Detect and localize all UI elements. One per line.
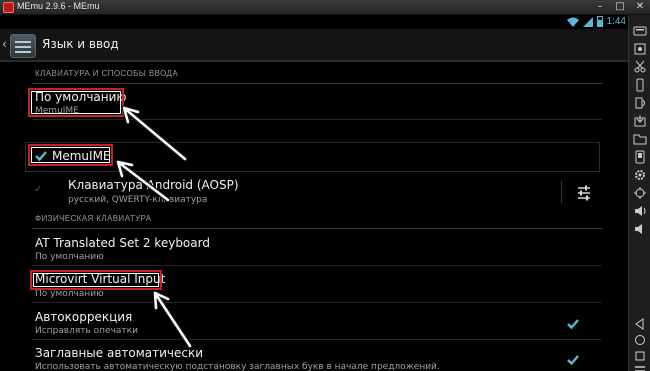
signal-icon: [582, 16, 593, 27]
page-title: Язык и ввод: [42, 37, 119, 51]
item-title: AT Translated Set 2 keyboard: [35, 236, 210, 250]
emulator-sidebar: [628, 15, 650, 371]
window-controls: – □ ✕: [594, 1, 646, 13]
list-item-at-keyboard[interactable]: AT Translated Set 2 keyboard По умолчани…: [32, 230, 602, 266]
keyboard-icon[interactable]: [633, 24, 647, 38]
folder-icon[interactable]: [633, 132, 647, 146]
item-title: Заглавные автоматически: [35, 346, 204, 360]
window-titlebar: MEmu 2.9.6 - MEmu – □ ✕: [0, 0, 650, 15]
battery-icon: [596, 16, 603, 27]
divider: [561, 181, 562, 203]
window-title: MEmu 2.9.6 - MEmu: [17, 1, 100, 11]
section-label: ФИЗИЧЕСКАЯ КЛАВИАТУРА: [35, 214, 152, 223]
item-title: Клавиатура Android (AOSP): [68, 178, 239, 192]
section-header-physical-keyboard: ФИЗИЧЕСКАЯ КЛАВИАТУРА: [32, 211, 602, 229]
memu-app-icon: [3, 2, 14, 13]
rotate-icon[interactable]: [633, 96, 647, 110]
menu-icon[interactable]: [633, 364, 647, 371]
shake-icon[interactable]: [633, 78, 647, 92]
highlight-box: [28, 88, 124, 117]
status-clock: 1:44: [606, 16, 626, 27]
back-icon[interactable]: [633, 317, 647, 331]
list-item-aosp-keyboard[interactable]: ✓ Клавиатура Android (AOSP) русский, QWE…: [32, 174, 602, 210]
location-icon[interactable]: [633, 186, 647, 200]
list-item-autocorrect[interactable]: Автокоррекция Исправлять опечатки: [32, 304, 602, 340]
item-subtitle: По умолчанию: [35, 252, 104, 262]
wifi-icon: [566, 17, 579, 27]
cut-icon[interactable]: [633, 60, 647, 74]
status-icons: 1:44: [566, 16, 626, 27]
section-header-keyboard: КЛАВИАТУРА И СПОСОБЫ ВВОДА: [32, 66, 602, 84]
item-subtitle: русский, QWERTY-клавиатура: [68, 195, 208, 205]
autocaps-checkbox[interactable]: [566, 353, 580, 367]
screenshot-icon[interactable]: [633, 42, 647, 56]
highlight-box: [30, 270, 162, 290]
close-button[interactable]: ✕: [634, 1, 646, 13]
autocorrect-checkbox[interactable]: [566, 317, 580, 331]
apk-icon[interactable]: [633, 114, 647, 128]
minimize-button[interactable]: –: [594, 1, 606, 13]
list-item-autocaps[interactable]: Заглавные автоматически Использовать авт…: [32, 341, 602, 371]
back-chevron-icon[interactable]: ‹: [2, 37, 7, 51]
settings-icon[interactable]: [633, 168, 647, 182]
action-bar: ‹ Язык и ввод: [0, 29, 628, 62]
settings-list: КЛАВИАТУРА И СПОСОБЫ ВВОДА По умолчанию …: [0, 64, 628, 371]
volume-down-icon[interactable]: [633, 222, 647, 236]
item-subtitle: По умолчанию: [35, 289, 104, 299]
item-title: Автокоррекция: [35, 310, 133, 324]
item-subtitle: Исправлять опечатки: [35, 326, 138, 336]
maximize-button[interactable]: □: [614, 1, 626, 13]
disabled-check-icon: ✓: [34, 184, 43, 195]
recent-apps-icon[interactable]: [633, 349, 647, 363]
section-label: КЛАВИАТУРА И СПОСОБЫ ВВОДА: [35, 69, 179, 78]
item-subtitle: Использовать автоматическую подстановку …: [35, 362, 440, 371]
volume-up-icon[interactable]: [633, 204, 647, 218]
highlight-box: [28, 144, 113, 166]
status-bar: 1:44: [0, 15, 628, 29]
home-icon[interactable]: [633, 333, 647, 347]
phone-icon[interactable]: [633, 150, 647, 164]
keyboard-settings-icon[interactable]: [577, 184, 591, 202]
android-screen: 1:44 ‹ Язык и ввод КЛАВИАТУРА И СПОСОБЫ …: [0, 15, 628, 371]
settings-app-icon[interactable]: [10, 34, 36, 58]
